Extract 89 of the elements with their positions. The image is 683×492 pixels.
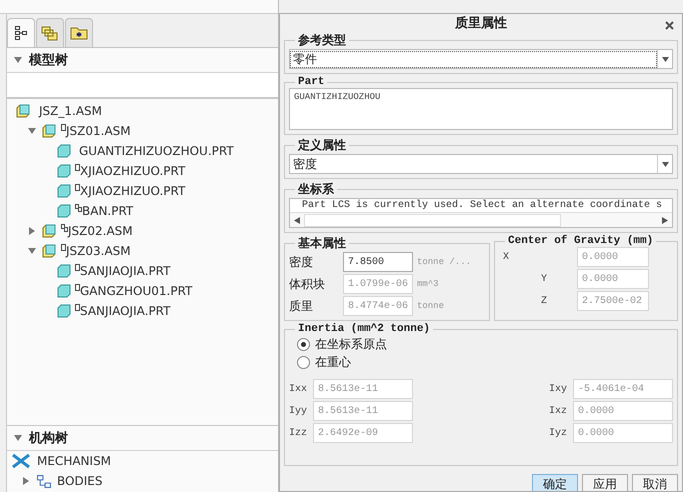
part-icon [57,144,71,158]
marker-icon [75,264,80,271]
inertia-label: Iyz [549,428,568,438]
dialog-button[interactable]: 确定 [532,474,578,491]
inertia-label: Ixx [289,384,308,394]
group-label: Part [297,76,326,88]
tree-item[interactable]: XJIAOZHIZUO.PRT [80,184,186,198]
group-label: 定义属性 [296,137,347,154]
marker-icon [75,184,80,191]
linked-marker-icon [61,224,68,232]
folder-icon [70,26,88,40]
dialog-title: 质里属性 [455,15,507,32]
scroll-left-icon [294,216,300,224]
expanded-caret-icon[interactable] [13,55,23,65]
tree-item[interactable]: JSZ02.ASM [68,224,133,238]
group-label: 坐标系 [296,181,335,198]
section-title: 模型树 [29,52,68,69]
group-label: Center of Gravity (mm) [507,235,654,247]
dropdown-arrow-icon [662,162,668,166]
unit-label: mm^3 [416,279,440,289]
assembly-icon [15,103,31,119]
dropdown[interactable]: 零件 [289,49,673,69]
tree-item[interactable]: GANGZHOU01.PRT [80,284,192,298]
marker-icon [75,164,80,171]
part-icon [57,164,71,178]
part-icon [57,304,71,318]
tree-item[interactable]: BODIES [57,474,102,488]
marker-icon [75,304,80,311]
tree-item[interactable]: SANJIAOJIA.PRT [80,304,170,318]
unit-label: tonne /... [416,257,472,267]
inertia-label: Ixz [549,406,568,416]
navigator-tab[interactable] [7,18,35,47]
axis-label: Y [540,274,548,284]
tree-item[interactable]: XJIAOZHIZUO.PRT [80,164,186,178]
mechanism-icon [11,453,31,469]
linked-marker-icon [75,204,82,212]
property-label: 质里 [289,298,314,314]
radio-button[interactable] [297,338,310,350]
expanded-caret-icon[interactable] [27,126,37,136]
unit-label: tonne [416,301,445,311]
expanded-caret-icon[interactable] [13,433,23,443]
horizontal-scrollbar[interactable] [290,212,672,227]
assembly-icon [41,123,57,139]
part-icon [57,204,71,218]
radio-button[interactable] [297,356,310,368]
radio-label[interactable]: 在坐标系原点 [315,336,387,352]
marker-icon [75,284,80,291]
tree-item[interactable]: BAN.PRT [82,204,134,218]
marker-icon [61,124,66,131]
section-title: 机构树 [29,430,68,447]
group-label: 基本属性 [297,235,347,252]
tree-item[interactable]: JSZ01.ASM [66,124,131,138]
close-icon [664,20,674,30]
axis-label: Z [540,296,548,306]
tree-item[interactable]: JSZ_1.ASM [39,104,102,118]
dropdown-arrow-icon [662,56,668,62]
part-icon [57,184,71,198]
collapsed-caret-icon[interactable] [27,226,37,236]
part-name-field[interactable]: GUANTIZHIZUOZHOU [289,88,673,130]
inertia-label: Ixy [549,384,568,394]
group-label: Inertia (mm^2 tonne) [297,323,432,335]
tree-item[interactable]: MECHANISM [37,454,112,468]
part-icon [57,284,71,298]
tree-item[interactable]: JSZ03.ASM [66,244,131,258]
property-label: 密度 [289,254,314,270]
inertia-label: Iyy [289,406,308,416]
marker-icon [61,244,66,251]
dropdown[interactable]: 密度 [289,154,673,174]
layers-icon [41,25,59,41]
property-value-field[interactable]: 7.8500 [342,252,413,272]
scroll-right-icon [662,216,668,224]
tree-item[interactable]: SANJIAOJIA.PRT [80,264,170,278]
axis-label: X [503,252,510,262]
tree-item[interactable]: GUANTIZHIZUOZHOU.PRT [79,144,234,158]
inertia-label: Izz [289,428,308,438]
bodies-icon [37,474,51,488]
assembly-icon [41,223,57,239]
coordinate-system-text: Part LCS is currently used. Select an alternate coordinate s [290,199,672,212]
group-label: 参考类型 [297,32,347,49]
dialog-button[interactable]: 应用 [582,474,628,491]
dialog-button[interactable]: 取消 [632,474,678,491]
property-label: 体积块 [289,276,326,292]
tree-icon [14,25,28,41]
part-icon [57,264,71,278]
search-field[interactable] [7,73,278,99]
radio-label[interactable]: 在重心 [315,354,351,370]
expanded-caret-icon[interactable] [27,246,37,256]
assembly-icon [41,243,57,259]
collapsed-caret-icon[interactable] [21,476,31,486]
